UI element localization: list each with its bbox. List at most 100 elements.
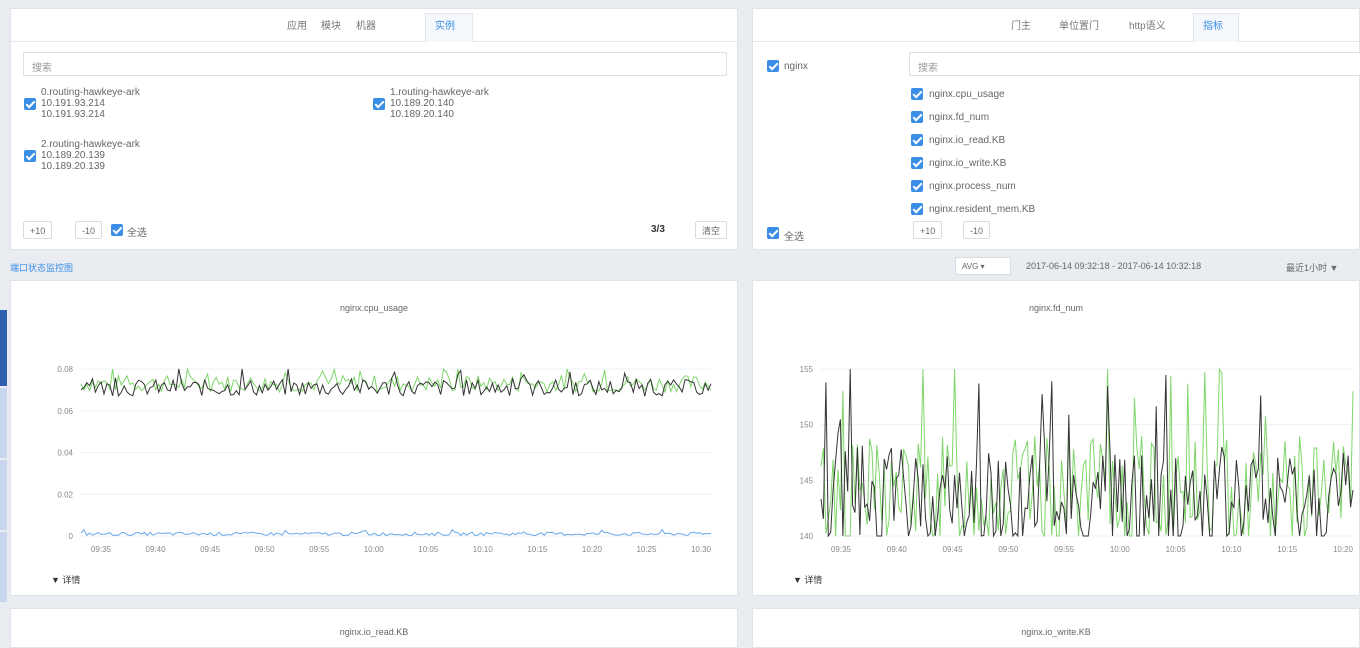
x-tick-label: 09:50 xyxy=(998,545,1019,554)
metric-plus-ten-button[interactable]: +10 xyxy=(913,221,943,239)
minus-ten-button[interactable]: -10 xyxy=(75,221,103,239)
metric-selector-panel: 门主 单位置门 http语义 指标 nginx 搜索 nginx.cpu_usa… xyxy=(752,8,1360,250)
x-tick-label: 10:25 xyxy=(636,545,657,554)
x-tick-label: 09:40 xyxy=(146,545,167,554)
x-tick-label: 09:55 xyxy=(1054,545,1075,554)
tab-app[interactable]: 应用 xyxy=(287,17,307,32)
x-tick-label: 10:15 xyxy=(1277,545,1298,554)
metric-label: nginx.io_read.KB xyxy=(929,135,1006,146)
nginx-group-label: nginx xyxy=(784,61,808,72)
x-tick-label: 09:55 xyxy=(309,545,330,554)
instance-1-name: 1.routing-hawkeye-ark xyxy=(390,87,489,98)
chart-title: nginx.io_write.KB xyxy=(1021,627,1091,637)
instance-selector-panel: 应用 模块 机器 实例 搜索 0.routing-hawkeye-ark 10.… xyxy=(10,8,738,250)
metric-checkbox[interactable] xyxy=(911,180,923,192)
select-all-label: 全选 xyxy=(127,228,147,239)
chart-title: nginx.io_read.KB xyxy=(339,627,409,637)
instance-2-name: 2.routing-hawkeye-ark xyxy=(41,139,140,150)
metric-checkbox[interactable] xyxy=(911,134,923,146)
instance-tabs: 应用 模块 机器 实例 xyxy=(11,9,737,42)
select-all-checkbox[interactable] xyxy=(111,224,123,236)
x-tick-label: 10:10 xyxy=(473,545,494,554)
time-range-display[interactable]: 2017-06-14 09:32:18 - 2017-06-14 10:32:1… xyxy=(1026,261,1201,271)
y-tick-label: 0.02 xyxy=(57,490,73,499)
x-tick-label: 10:10 xyxy=(1221,545,1242,554)
nginx-group-checkbox[interactable] xyxy=(767,60,779,72)
metric-tabs: 门主 单位置门 http语义 指标 xyxy=(753,9,1359,42)
details-toggle[interactable]: ▼ 详情 xyxy=(51,573,80,586)
instance-2-checkbox[interactable] xyxy=(24,150,36,162)
x-tick-label: 10:15 xyxy=(527,545,548,554)
aggregation-value: AVG xyxy=(962,262,979,271)
y-tick-label: 145 xyxy=(800,476,814,485)
y-tick-label: 140 xyxy=(800,532,814,541)
metric-checkbox[interactable] xyxy=(911,88,923,100)
nav-item[interactable] xyxy=(0,388,7,458)
nav-item-active[interactable] xyxy=(0,310,7,386)
cpu-usage-chart[interactable]: 0.08 0.06 0.04 0.02 0 09:35 09:40 09:45 09:50 09:… xyxy=(11,281,739,571)
port-monitor-link[interactable]: 端口状态监控图 xyxy=(10,261,73,274)
metric-checkbox[interactable] xyxy=(911,203,923,215)
y-tick-label: 0.08 xyxy=(57,365,73,374)
y-tick-label: 0 xyxy=(69,532,74,541)
x-tick-label: 09:45 xyxy=(943,545,964,554)
metric-label: nginx.cpu_usage xyxy=(929,89,1005,100)
tab-machine[interactable]: 机器 xyxy=(356,17,376,32)
left-nav-strip xyxy=(0,310,7,610)
x-tick-label: 10:20 xyxy=(582,545,603,554)
metric-search-input[interactable]: 搜索 xyxy=(909,52,1360,76)
recent-range-label: 最近1小时 xyxy=(1286,263,1328,273)
metric-label: nginx.process_num xyxy=(929,181,1016,192)
tab-metrics[interactable]: 指标 xyxy=(1203,17,1223,32)
details-toggle[interactable]: ▼ 详情 xyxy=(793,573,822,586)
x-tick-label: 10:30 xyxy=(691,545,712,554)
instance-0-checkbox[interactable] xyxy=(24,98,36,110)
series-line xyxy=(80,528,712,537)
chart-panel-cpu: nginx.cpu_usage 0.08 0.06 0.04 0.02 0 09:35 09… xyxy=(10,280,738,596)
recent-range-select[interactable]: 最近1小时 ▼ xyxy=(1286,261,1338,274)
x-tick-label: 09:35 xyxy=(831,545,852,554)
metric-label: nginx.io_write.KB xyxy=(929,158,1007,169)
y-tick-label: 150 xyxy=(800,421,814,430)
tab-overview[interactable]: 门主 xyxy=(1011,17,1031,32)
nav-item[interactable] xyxy=(0,460,7,530)
chart-panel-fd: nginx.fd_num 155 150 145 140 09:35 09:40 09:45… xyxy=(752,280,1360,596)
instance-1-ip: 10.189.20.140 xyxy=(390,98,454,109)
x-tick-label: 10:05 xyxy=(1166,545,1187,554)
plus-ten-button[interactable]: +10 xyxy=(23,221,53,239)
x-tick-label: 10:00 xyxy=(1110,545,1131,554)
x-tick-label: 09:35 xyxy=(91,545,112,554)
metric-checkbox[interactable] xyxy=(911,157,923,169)
x-tick-label: 10:00 xyxy=(364,545,385,554)
y-tick-label: 155 xyxy=(800,365,814,374)
tab-module[interactable]: 模块 xyxy=(321,17,341,32)
instance-1-ip: 10.189.20.140 xyxy=(390,109,454,120)
tab-instance[interactable]: 实例 xyxy=(435,17,455,32)
instance-2-ip: 10.189.20.139 xyxy=(41,161,105,172)
chart-panel-io-read: nginx.io_read.KB xyxy=(10,608,738,648)
metric-label: nginx.fd_num xyxy=(929,112,990,123)
instance-2-ip: 10.189.20.139 xyxy=(41,150,105,161)
instance-1-checkbox[interactable] xyxy=(373,98,385,110)
y-tick-label: 0.04 xyxy=(57,449,73,458)
tab-http[interactable]: http语义 xyxy=(1129,17,1166,32)
y-tick-label: 0.06 xyxy=(57,407,73,416)
x-tick-label: 09:50 xyxy=(255,545,276,554)
metric-checkbox[interactable] xyxy=(911,111,923,123)
nav-item[interactable] xyxy=(0,532,7,602)
x-tick-label: 10:05 xyxy=(418,545,439,554)
x-tick-label: 09:40 xyxy=(887,545,908,554)
x-tick-label: 10:20 xyxy=(1333,545,1354,554)
metric-label: nginx.resident_mem.KB xyxy=(929,204,1036,215)
metric-select-all-label: 全选 xyxy=(784,232,804,243)
instance-search-input[interactable]: 搜索 xyxy=(23,52,727,76)
aggregation-select[interactable]: AVG ▾ xyxy=(955,257,1011,275)
tab-unit[interactable]: 单位置门 xyxy=(1059,17,1099,32)
clear-button[interactable]: 清空 xyxy=(695,221,728,239)
instance-0-ip: 10.191.93.214 xyxy=(41,109,105,120)
metric-minus-ten-button[interactable]: -10 xyxy=(963,221,991,239)
chart-panel-io-write: nginx.io_write.KB xyxy=(752,608,1360,648)
instance-0-name: 0.routing-hawkeye-ark xyxy=(41,87,140,98)
metric-select-all-checkbox[interactable] xyxy=(767,227,779,239)
fd-num-chart[interactable]: 155 150 145 140 09:35 09:40 09:45 09:50 09:55 10:… xyxy=(753,281,1360,571)
